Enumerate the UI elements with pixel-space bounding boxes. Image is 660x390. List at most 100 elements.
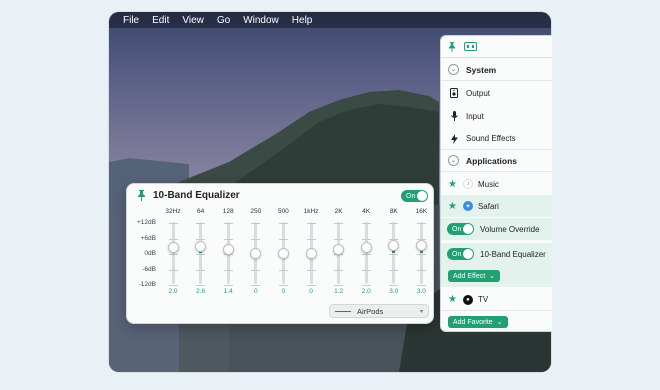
music-label: Music <box>477 179 499 189</box>
app-item-tv[interactable]: ★ ● TV <box>441 289 552 311</box>
slider-knob[interactable] <box>277 247 289 259</box>
slider-tick <box>196 223 206 224</box>
effects-panel: ⌄ System Output Input Sound Effects ⌄ Ap… <box>440 35 552 332</box>
equalizer-header: 10-Band Equalizer <box>137 190 240 201</box>
safari-label: Safari <box>477 201 499 211</box>
slider-tick <box>278 285 288 286</box>
slider-tick <box>168 223 178 224</box>
pin-icon[interactable] <box>137 190 146 201</box>
input-item[interactable]: Input <box>441 105 552 127</box>
tv-label: TV <box>477 295 489 304</box>
volume-override-toggle[interactable]: On <box>447 223 474 235</box>
output-device-select[interactable]: AirPods ▾ <box>329 304 429 318</box>
toggle-label: On <box>452 225 462 233</box>
add-effect-row: Add Effect ⌄ <box>441 265 552 287</box>
slider-tick <box>416 269 426 271</box>
app-item-safari[interactable]: ★ ✦ Safari <box>441 195 552 217</box>
band-label: 250 <box>250 208 262 215</box>
slider-tick <box>416 254 426 255</box>
equalizer-window: 10-Band Equalizer On 32Hz 64 128 250 500 1kHz… <box>126 183 434 324</box>
slider-knob[interactable] <box>195 240 207 252</box>
slider-tick <box>306 223 316 224</box>
slider-tick <box>196 285 206 286</box>
favorite-star-icon[interactable]: ★ <box>448 201 457 212</box>
band-value: 0 <box>253 288 258 295</box>
band-value: 2.0 <box>168 288 178 295</box>
add-favorite-label: Add Favorite <box>453 318 493 326</box>
band-value: 3.0 <box>389 288 399 295</box>
add-effect-button[interactable]: Add Effect ⌄ <box>448 270 501 282</box>
equalizer-title: 10-Band Equalizer <box>153 190 240 201</box>
slider-knob[interactable] <box>305 247 317 259</box>
slider-knob[interactable] <box>250 247 262 259</box>
slider-tick <box>334 223 344 224</box>
safari-app-icon: ✦ <box>462 201 473 211</box>
slider-tick <box>251 223 261 224</box>
band-labels: 32Hz 64 128 250 500 1kHz 2K 4K 8K 16K <box>127 208 435 218</box>
equalizer-effect[interactable]: On 10-Band Equalizer <box>441 243 552 265</box>
system-section-header[interactable]: ⌄ System <box>441 59 552 81</box>
slider-tick <box>278 223 288 224</box>
slider-knob[interactable] <box>388 239 400 251</box>
menu-file[interactable]: File <box>123 15 139 26</box>
slider-tick <box>306 285 316 286</box>
slider-knob[interactable] <box>360 242 372 254</box>
equalizer-on-toggle[interactable]: On <box>401 190 428 202</box>
db-label: -6dB <box>142 265 156 273</box>
speaker-icon <box>449 88 459 98</box>
slider-tick <box>389 269 399 271</box>
applications-section-header[interactable]: ⌄ Applications <box>441 150 552 172</box>
chevron-down-icon: ⌄ <box>496 319 503 326</box>
app-item-music[interactable]: ★ ♪ Music <box>441 173 552 195</box>
slider-knob[interactable] <box>167 242 179 254</box>
add-favorite-button[interactable]: Add Favorite ⌄ <box>448 316 508 328</box>
add-effect-label: Add Effect <box>453 272 486 280</box>
menu-help[interactable]: Help <box>292 15 313 26</box>
slider-tick <box>278 238 288 240</box>
band-label: 1kHz <box>303 208 319 215</box>
band-value: 2.0 <box>361 288 371 295</box>
slider-tick <box>334 269 344 271</box>
slider-tick <box>168 285 178 286</box>
menu-go[interactable]: Go <box>217 15 230 26</box>
equalizer-effect-toggle[interactable]: On <box>447 248 474 260</box>
slider-tick <box>168 238 178 240</box>
toggle-label: On <box>452 250 462 258</box>
toggle-knob <box>417 191 427 201</box>
sound-effects-item[interactable]: Sound Effects <box>441 128 552 150</box>
slider-tick <box>361 285 371 286</box>
slider-tick <box>223 285 233 286</box>
slider-tick <box>251 269 261 271</box>
window-icon[interactable] <box>464 42 477 51</box>
band-label: 16K <box>415 208 428 215</box>
output-label: Output <box>466 88 491 98</box>
band-value: 0 <box>309 288 313 295</box>
slider-knob[interactable] <box>222 243 234 255</box>
toggle-knob <box>463 224 473 234</box>
favorite-star-icon[interactable]: ★ <box>448 179 457 190</box>
slider-tick <box>251 285 261 286</box>
band-label: 64 <box>196 208 205 215</box>
chevron-down-icon: ⌄ <box>448 64 459 75</box>
db-label: +6dB <box>140 234 156 242</box>
toggle-knob <box>463 249 473 259</box>
slider-tick <box>334 238 344 240</box>
favorite-star-icon[interactable]: ★ <box>448 294 457 305</box>
menu-window[interactable]: Window <box>243 15 279 26</box>
slider-tick <box>416 285 426 286</box>
menu-edit[interactable]: Edit <box>152 15 169 26</box>
band-value: 1.2 <box>334 288 344 295</box>
slider-tick <box>416 223 426 224</box>
output-item[interactable]: Output <box>441 82 552 104</box>
slider-track[interactable] <box>392 222 396 284</box>
slider-tick <box>223 269 233 271</box>
sound-effects-label: Sound Effects <box>466 134 516 143</box>
db-label: +12dB <box>137 219 156 226</box>
slider-track[interactable] <box>419 222 423 284</box>
slider-track[interactable] <box>199 222 203 284</box>
panel-toolbar <box>441 36 552 58</box>
menu-view[interactable]: View <box>182 15 204 26</box>
slider-knob[interactable] <box>415 239 427 251</box>
slider-tick <box>168 254 178 255</box>
pin-icon[interactable] <box>448 41 456 52</box>
